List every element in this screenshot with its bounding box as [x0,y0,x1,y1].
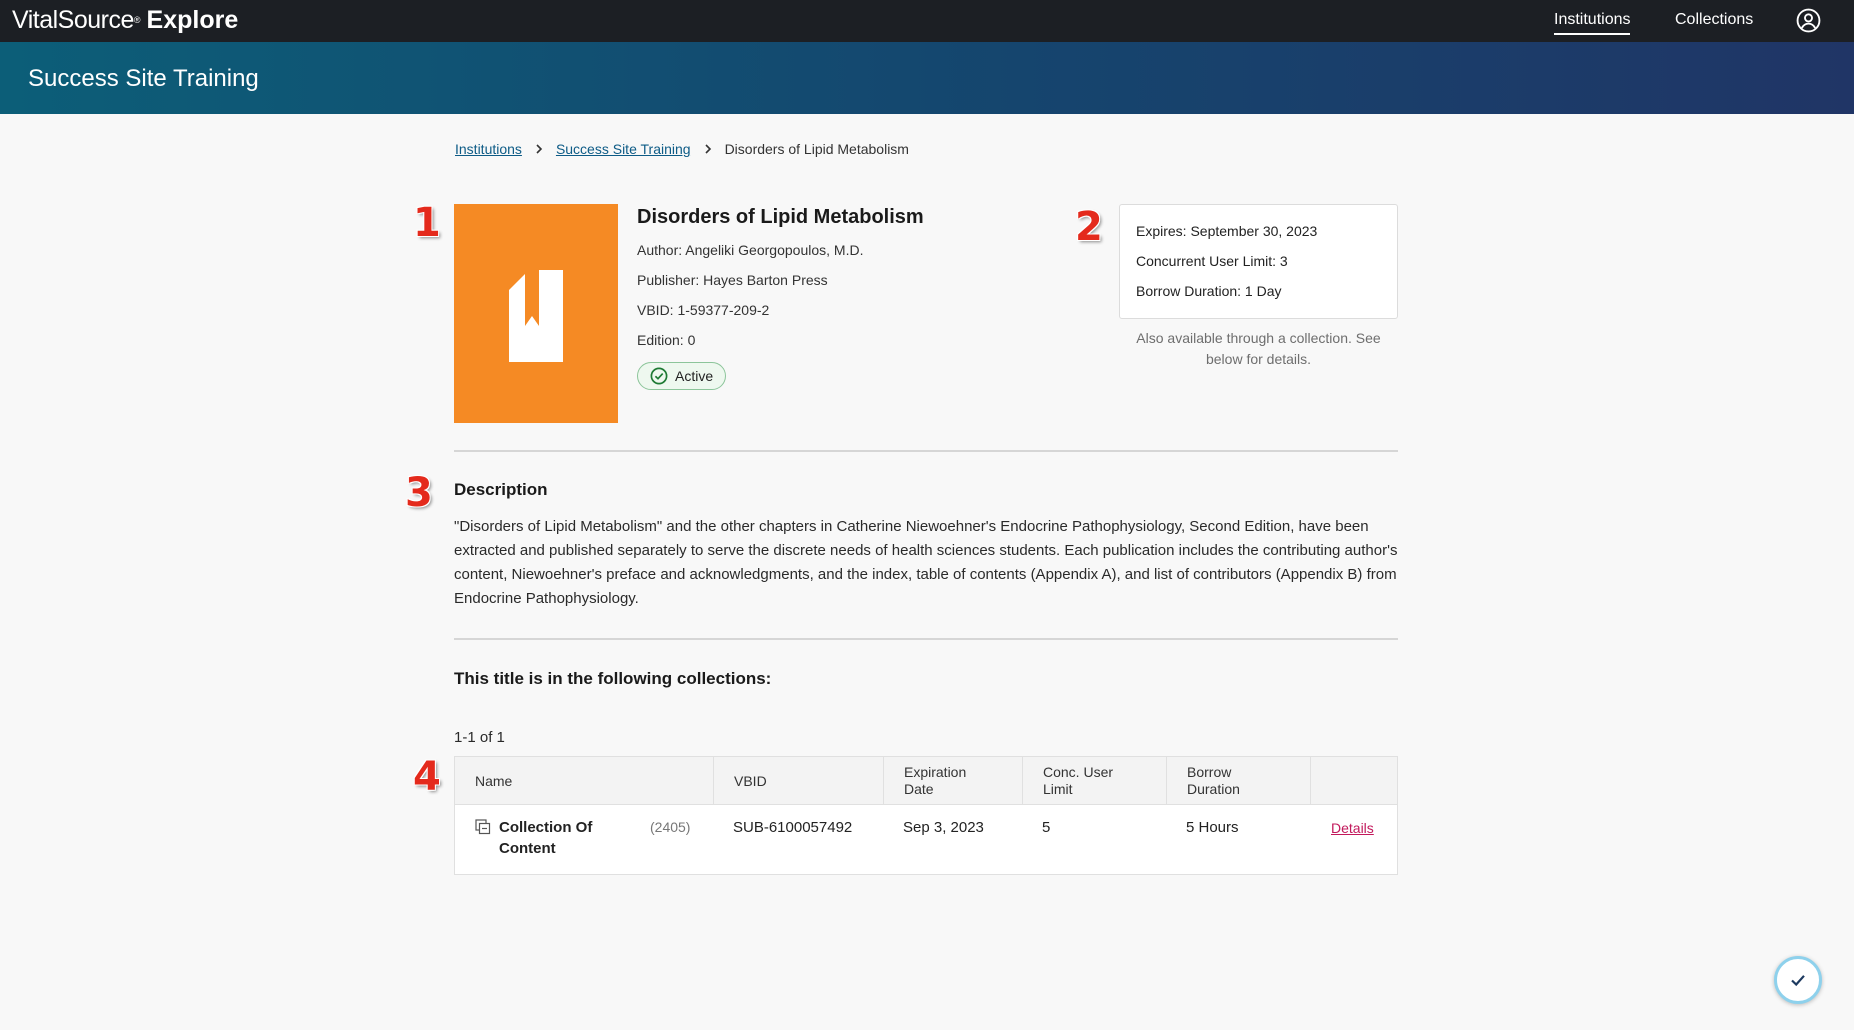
chevron-right-icon [704,144,711,154]
user-circle-icon[interactable] [1796,8,1821,33]
collection-title-count: (2405) [650,819,691,835]
nav-collections[interactable]: Collections [1675,9,1753,31]
column-header-name[interactable]: Name [455,757,714,805]
breadcrumb-current: Disorders of Lipid Metabolism [724,141,909,157]
license-expires: Expires: September 30, 2023 [1136,223,1318,239]
column-header-expiration-date[interactable]: Expiration Date [884,757,1023,805]
book-vbid: VBID: 1-59377-209-2 [637,302,770,318]
logo-product: Explore [146,6,239,34]
column-header-borrow-duration[interactable]: Borrow Duration [1167,757,1311,805]
description-heading: Description [454,480,548,499]
description-text: "Disorders of Lipid Metabolism" and the … [454,518,1398,607]
annotation-marker-1: 1 [413,200,441,246]
collection-name[interactable]: Collection Of Content [499,817,599,859]
details-link[interactable]: Details [1331,818,1374,839]
column-header-vbid[interactable]: VBID [714,757,884,805]
breadcrumb-success-site-training[interactable]: Success Site Training [556,139,691,159]
institution-title: Success Site Training [28,65,259,92]
collections-heading: This title is in the following collectio… [454,669,772,688]
annotation-marker-4: 4 [413,754,441,800]
chevron-right-icon [536,144,543,154]
vitalsource-explore-logo[interactable]: VitalSource® Explore [12,6,238,34]
book-placeholder-icon [509,269,563,362]
top-bar: VitalSource® Explore Institutions Collect… [0,0,1854,42]
status-label: Active [675,368,714,384]
results-count: 1-1 of 1 [454,729,505,746]
logo-brand: VitalSource [12,6,134,34]
collection-icon [475,819,491,835]
collection-expiration: Sep 3, 2023 [903,819,984,836]
divider [454,638,1398,640]
collection-vbid: SUB-6100057492 [733,819,853,836]
column-header-expiration-date-label: Expiration Date [904,764,967,797]
book-publisher: Publisher: Hayes Barton Press [637,272,828,288]
book-cover [454,204,618,423]
floating-check-button[interactable] [1774,956,1822,1004]
status-badge: Active [637,362,727,390]
book-author: Author: Angeliki Georgopoulos, M.D. [637,242,864,258]
nav-institutions[interactable]: Institutions [1554,9,1631,35]
column-header-borrow-duration-label: Borrow Duration [1187,764,1240,797]
collection-availability-note: Also available through a collection. See… [1136,330,1381,367]
breadcrumb: Institutions Success Site Training Disor… [455,139,909,159]
logo-registered-mark: ® [133,15,141,25]
divider [454,450,1398,452]
table-header: Name VBID Expiration Date Conc. User Lim… [455,757,1397,805]
check-circle-icon [650,367,668,385]
license-concurrent-limit: Concurrent User Limit: 3 [1136,253,1288,269]
book-edition: Edition: 0 [637,332,696,348]
collection-borrow-duration: 5 Hours [1186,819,1239,836]
breadcrumb-institutions[interactable]: Institutions [455,139,522,159]
column-header-conc-user-limit-label: Conc. User Limit [1043,764,1114,797]
annotation-marker-3: 3 [405,470,433,516]
checkmark-icon [1791,975,1805,987]
license-borrow-duration: Borrow Duration: 1 Day [1136,283,1282,299]
column-header-conc-user-limit[interactable]: Conc. User Limit [1023,757,1167,805]
book-title: Disorders of Lipid Metabolism [637,206,924,228]
collection-user-limit: 5 [1042,819,1051,836]
collections-table: Name VBID Expiration Date Conc. User Lim… [454,756,1398,875]
license-info-box: Expires: September 30, 2023 Concurrent U… [1119,204,1398,319]
institution-banner: Success Site Training [0,42,1854,114]
annotation-marker-2: 2 [1075,204,1103,250]
